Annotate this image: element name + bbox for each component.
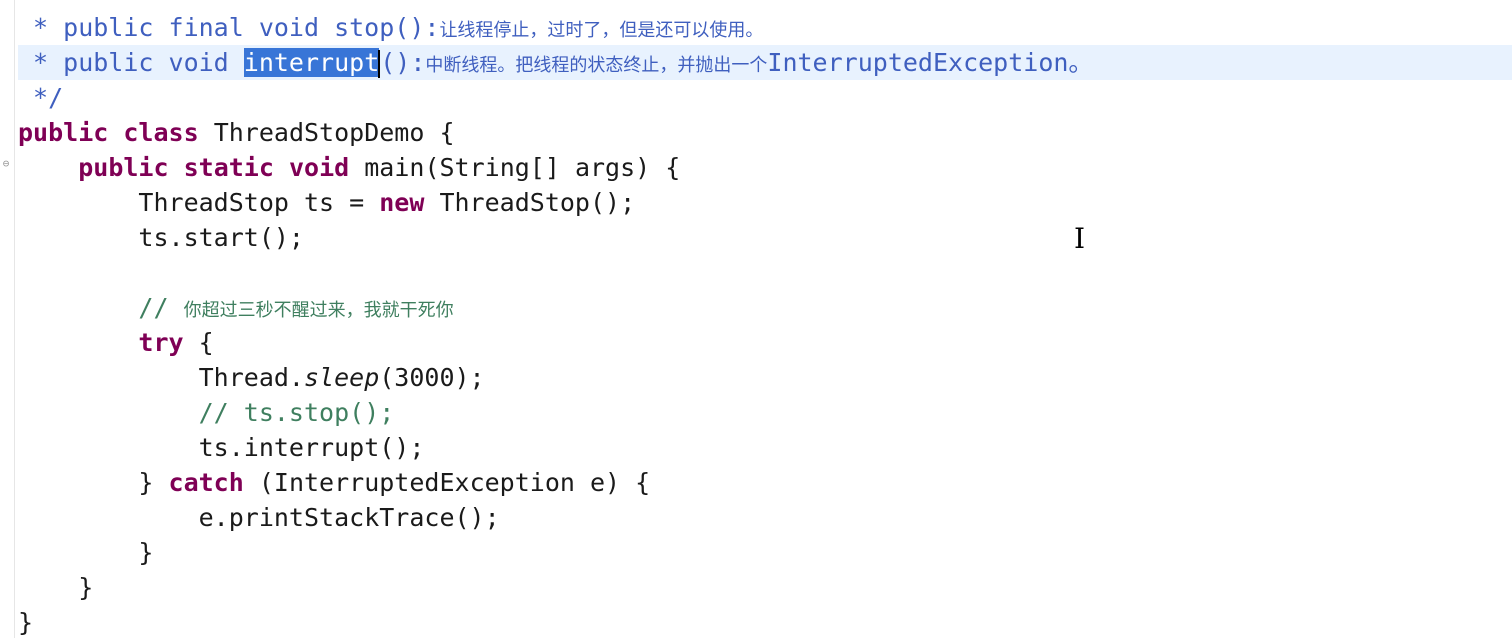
fold-collapse-icon[interactable]: ⊖ xyxy=(0,158,12,170)
keyword: static xyxy=(183,153,274,182)
code-line-print: e.printStackTrace(); xyxy=(18,500,1512,535)
editor-gutter xyxy=(0,0,15,638)
class-name: ThreadStopDemo { xyxy=(198,118,455,147)
keyword: try xyxy=(138,328,184,357)
code-line-new: ThreadStop ts = new ThreadStop(); xyxy=(18,185,1512,220)
code-line-javadoc-end: */ xyxy=(18,80,1512,115)
javadoc-text: InterruptedException。 xyxy=(767,48,1094,77)
code-line-start: ts.start(); xyxy=(18,220,1512,255)
code-text: ts.start(); xyxy=(138,223,304,252)
code-line-catch: } catch (InterruptedException e) { xyxy=(18,465,1512,500)
code-line-javadoc-interrupt: * public void interrupt():中断线程。把线程的状态终止，… xyxy=(18,45,1512,80)
code-text: ThreadStop(); xyxy=(424,188,636,217)
code-text: ThreadStop ts = xyxy=(138,188,380,217)
code-text: (InterruptedException e) { xyxy=(243,468,651,497)
code-text: Thread. xyxy=(198,363,304,392)
keyword: catch xyxy=(168,468,244,497)
code-line-comment: // 你超过三秒不醒过来，我就干死你 xyxy=(18,290,1512,325)
javadoc-end: */ xyxy=(18,83,64,112)
comment-slashes: // xyxy=(138,293,184,322)
javadoc-text: (): xyxy=(380,48,426,77)
code-line-javadoc-stop: * public final void stop():让线程停止，过时了，但是还… xyxy=(18,10,1512,45)
method-signature: main(String[] args) { xyxy=(349,153,681,182)
code-line-try: try { xyxy=(18,325,1512,360)
code-text: ts.interrupt(); xyxy=(198,433,425,462)
keyword: public xyxy=(18,118,109,147)
brace: } xyxy=(138,538,154,567)
keyword: class xyxy=(123,118,199,147)
keyword: new xyxy=(379,188,425,217)
code-text: { xyxy=(183,328,214,357)
code-text: (3000); xyxy=(379,363,485,392)
javadoc-text: * public final void stop(): xyxy=(18,13,440,42)
code-line-sleep: Thread.sleep(3000); xyxy=(18,360,1512,395)
comment-text: 你超过三秒不醒过来，我就干死你 xyxy=(183,300,454,321)
keyword: public xyxy=(78,153,169,182)
selected-text[interactable]: interrupt xyxy=(243,48,380,77)
javadoc-text: * public void xyxy=(18,48,244,77)
code-line-stop-comment: // ts.stop(); xyxy=(18,395,1512,430)
javadoc-desc: 中断线程。把线程的状态终止，并抛出一个 xyxy=(425,55,768,76)
code-line-main-decl: public static void main(String[] args) { xyxy=(18,150,1512,185)
comment-text: // ts.stop(); xyxy=(198,398,395,427)
javadoc-desc: 让线程停止，过时了，但是还可以使用。 xyxy=(439,20,764,41)
code-line-class-decl: public class ThreadStopDemo { xyxy=(18,115,1512,150)
code-line-interrupt: ts.interrupt(); xyxy=(18,430,1512,465)
code-text: e.printStackTrace(); xyxy=(198,503,500,532)
code-line-close-class: } xyxy=(18,605,1512,640)
keyword: void xyxy=(288,153,350,182)
static-method: sleep xyxy=(303,363,380,392)
brace: } xyxy=(78,573,94,602)
ibeam-cursor-icon: I xyxy=(1074,222,1086,255)
code-line-close-catch: } xyxy=(18,535,1512,570)
code-editor[interactable]: * public final void stop():让线程停止，过时了，但是还… xyxy=(18,0,1512,638)
brace: } xyxy=(18,608,34,637)
code-text: } xyxy=(138,468,169,497)
code-line-close-main: } xyxy=(18,570,1512,605)
